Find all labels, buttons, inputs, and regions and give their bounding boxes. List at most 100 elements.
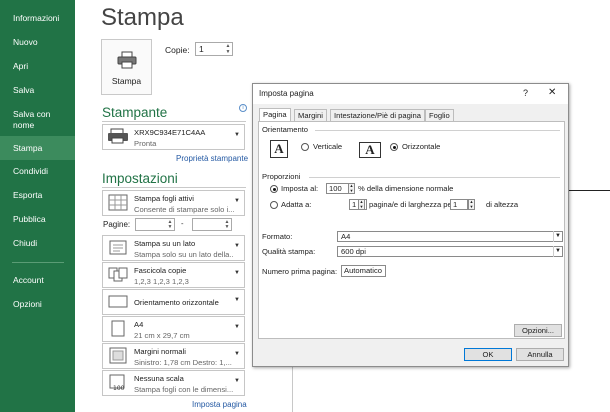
nav-item-apri[interactable]: Apri: [0, 61, 75, 72]
tab-margini[interactable]: Margini: [294, 109, 327, 121]
nav-divider: [12, 262, 64, 263]
nav-item-esporta[interactable]: Esporta: [0, 190, 75, 201]
options-button[interactable]: Opzioni...: [514, 324, 562, 337]
one-sided-icon: [109, 240, 127, 255]
adjust-to-suffix: % della dimensione normale: [358, 184, 454, 193]
nav-item-salva[interactable]: Salva: [0, 85, 75, 96]
dropdown-primary-text: Stampa su un lato: [134, 239, 196, 248]
printer-heading: Stampante: [102, 105, 168, 120]
chevron-down-icon: ▼: [234, 198, 240, 204]
group-divider: [309, 177, 560, 178]
paper-icon: [111, 320, 125, 337]
dropdown-primary-text: Nessuna scala: [134, 374, 184, 383]
landscape-radio[interactable]: [390, 143, 398, 151]
dropdown-secondary-text: Sinistro: 1,78 cm Destro: 1,...: [134, 358, 232, 367]
nav-item-account[interactable]: Account: [0, 275, 75, 286]
printer-name: XRX9C934E71C4AA: [134, 128, 206, 137]
landscape-icon: A: [359, 142, 381, 158]
group-divider: [315, 130, 560, 131]
orientation-dropdown[interactable]: Orientamento orizzontale ▼: [102, 289, 245, 315]
chevron-down-icon: ▼: [553, 246, 562, 257]
page-setup-link[interactable]: Imposta pagina: [192, 400, 247, 409]
pages-from-input[interactable]: ▲ ▼: [135, 218, 175, 231]
sides-dropdown[interactable]: Stampa su un lato Stampa solo su un lato…: [102, 235, 245, 261]
margins-icon: [109, 347, 127, 364]
chevron-down-icon: ▼: [234, 243, 240, 249]
copies-label: Copie:: [165, 45, 190, 55]
print-quality-value: 600 dpi: [341, 247, 366, 256]
first-page-input[interactable]: Automatico: [341, 265, 386, 277]
printer-divider: [102, 121, 246, 122]
portrait-icon: A: [270, 140, 288, 158]
paper-size-dropdown[interactable]: A4 21 cm x 29,7 cm ▼: [102, 316, 245, 342]
sheet-icon: [108, 194, 128, 211]
print-button[interactable]: Stampa: [101, 39, 152, 95]
fit-to-radio[interactable]: [270, 201, 278, 209]
nav-item-pubblica[interactable]: Pubblica: [0, 214, 75, 225]
info-icon[interactable]: i: [239, 104, 247, 112]
portrait-radio[interactable]: [301, 143, 309, 151]
paper-size-value: A4: [341, 232, 351, 241]
landscape-icon: [108, 295, 128, 308]
adjust-to-label[interactable]: Imposta al:: [281, 184, 318, 193]
chevron-down-icon: ▼: [553, 231, 562, 242]
fit-to-label[interactable]: Adatta a:: [281, 200, 311, 209]
pages-from-down-icon[interactable]: ▼: [167, 225, 173, 230]
dialog-titlebar: Imposta pagina ? ✕: [253, 84, 568, 104]
nav-item-stampa[interactable]: Stampa: [0, 136, 75, 160]
dropdown-secondary-text: Consente di stampare solo i...: [134, 205, 234, 214]
cancel-button[interactable]: Annulla: [516, 348, 564, 361]
orientation-group-label: Orientamento: [262, 125, 309, 134]
printer-icon: [108, 128, 128, 144]
collate-dropdown[interactable]: Fascicola copie 1,2,3 1,2,3 1,2,3 ▼: [102, 262, 245, 288]
nav-item-condividi[interactable]: Condividi: [0, 166, 75, 177]
chevron-down-icon: ▼: [234, 324, 240, 330]
nav-item-chiudi[interactable]: Chiudi: [0, 238, 75, 249]
adjust-to-input[interactable]: 100: [326, 183, 349, 194]
dropdown-primary-text: Stampa fogli attivi: [134, 194, 194, 203]
collate-icon: [108, 267, 128, 282]
close-icon[interactable]: ✕: [548, 87, 556, 98]
page-setup-dialog: Imposta pagina ? ✕ Pagina Margini Intest…: [252, 83, 569, 367]
chevron-down-icon: ▼: [234, 132, 240, 138]
print-quality-combo[interactable]: 600 dpi ▼: [337, 246, 563, 257]
printer-icon: [117, 51, 137, 69]
dialog-title: Imposta pagina: [259, 89, 314, 98]
dropdown-secondary-text: 21 cm x 29,7 cm: [134, 331, 190, 340]
copies-input[interactable]: 1 ▲ ▼: [195, 42, 233, 56]
print-what-dropdown[interactable]: Stampa fogli attivi Consente di stampare…: [102, 190, 245, 216]
tab-foglio[interactable]: Foglio: [425, 109, 454, 121]
scaling-group-label: Proporzioni: [262, 172, 301, 181]
settings-heading: Impostazioni: [102, 171, 178, 186]
landscape-label[interactable]: Orizzontale: [402, 142, 440, 151]
backstage-nav: Informazioni Nuovo Apri Salva Salva con …: [0, 0, 75, 412]
tab-intestazione[interactable]: Intestazione/Piè di pagina: [330, 109, 425, 121]
copies-down-icon[interactable]: ▼: [225, 50, 231, 55]
paper-size-combo[interactable]: A4 ▼: [337, 231, 563, 242]
print-quality-label: Qualità stampa:: [262, 247, 316, 256]
svg-text:100: 100: [113, 385, 125, 391]
pages-to-input[interactable]: ▲ ▼: [192, 218, 232, 231]
dropdown-secondary-text: Stampa fogli con le dimensi...: [134, 385, 234, 394]
pages-to-down-icon[interactable]: ▼: [224, 225, 230, 230]
portrait-label[interactable]: Verticale: [313, 142, 342, 151]
dropdown-primary-text: A4: [134, 320, 144, 329]
dropdown-secondary-text: 1,2,3 1,2,3 1,2,3: [134, 277, 189, 286]
scaling-icon: 100: [109, 374, 125, 391]
scaling-dropdown[interactable]: 100 Nessuna scala Stampa fogli con le di…: [102, 370, 245, 396]
tab-pagina[interactable]: Pagina: [259, 108, 291, 122]
help-icon[interactable]: ?: [523, 88, 528, 98]
ok-button[interactable]: OK: [464, 348, 512, 361]
nav-item-nuovo[interactable]: Nuovo: [0, 37, 75, 48]
nav-item-salva-con-nome[interactable]: Salva con nome: [0, 109, 60, 131]
nav-item-opzioni[interactable]: Opzioni: [0, 299, 75, 310]
printer-dropdown[interactable]: XRX9C934E71C4AA Pronta ▼: [102, 124, 245, 150]
margins-dropdown[interactable]: Margini normali Sinistro: 1,78 cm Destro…: [102, 343, 245, 369]
printer-properties-link[interactable]: Proprietà stampante: [176, 154, 248, 163]
adjust-to-spinner[interactable]: ▲ ▼: [348, 183, 355, 194]
fit-tall-input[interactable]: 1: [450, 199, 468, 210]
fit-wide-spinner[interactable]: ▲ ▼: [358, 199, 365, 210]
fit-tall-spinner[interactable]: ▲ ▼: [468, 199, 475, 210]
nav-item-informazioni[interactable]: Informazioni: [0, 13, 75, 24]
adjust-to-radio[interactable]: [270, 185, 278, 193]
